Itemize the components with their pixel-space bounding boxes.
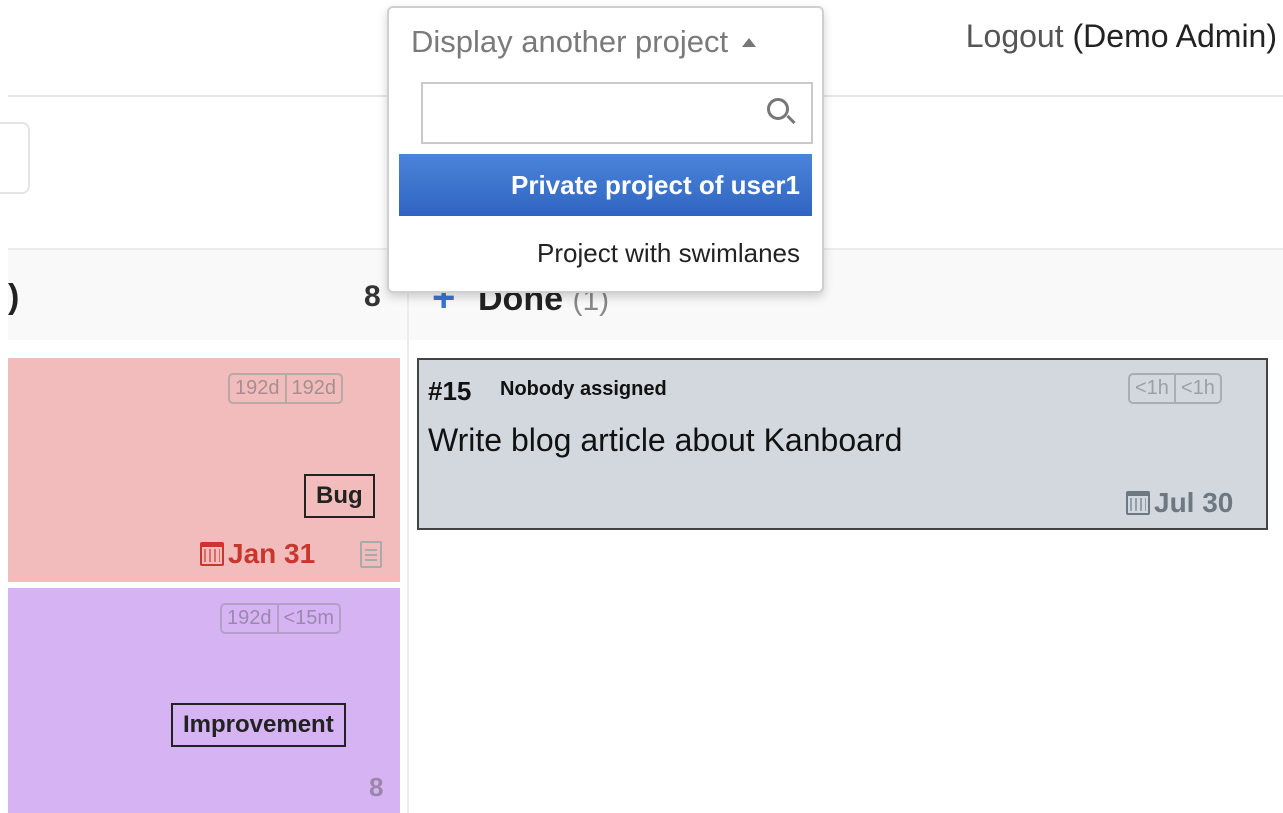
time-estimate-badge: <15m [276,605,340,632]
task-assignee: Nobody assigned [500,378,667,400]
project-option-private[interactable]: Private project of user1 [399,154,812,216]
logout-link[interactable]: Logout (Demo Admin) [966,18,1277,55]
time-spent-badge: <1h [1135,377,1169,399]
project-search-input[interactable] [421,82,813,144]
time-estimate-badge: <1h [1173,375,1220,402]
current-user-label: (Demo Admin) [1072,18,1278,54]
task-title[interactable]: Write blog article about Kanboard [428,422,902,459]
task-card-improvement[interactable] [8,588,400,813]
filter-input-partial[interactable] [0,122,30,194]
search-icon [767,98,789,120]
column-divider [407,250,409,813]
time-badges: 192d <15m [220,603,342,634]
project-switcher-toggle[interactable]: Display another project [411,24,757,60]
due-date: Jul 30 [1126,487,1233,519]
time-badges: 192d 192d [228,373,343,404]
document-icon[interactable] [360,541,382,568]
arrow-up-icon [742,37,757,47]
logout-label[interactable]: Logout [966,18,1064,54]
calendar-icon [200,542,224,566]
project-switcher-dropdown: Display another project Private project … [387,6,824,293]
project-switcher-label: Display another project [411,24,729,59]
due-date-label: Jul 30 [1154,487,1234,518]
due-date-label: Jan 31 [228,538,316,569]
time-spent-badge: 192d [235,377,280,399]
task-id[interactable]: #15 [428,376,471,407]
time-estimate-badge: 192d [284,375,342,402]
due-date: Jan 31 [200,538,315,570]
calendar-icon [1126,491,1150,515]
category-tag: Improvement [171,703,346,747]
category-tag: Bug [304,474,375,518]
task-counter: 8 [369,772,384,802]
project-option-swimlanes[interactable]: Project with swimlanes [399,228,812,278]
column-task-count: 8 [364,280,381,313]
time-spent-badge: 192d [227,607,272,629]
column-title-left: ) [8,278,20,316]
time-badges: <1h <1h [1128,373,1222,404]
